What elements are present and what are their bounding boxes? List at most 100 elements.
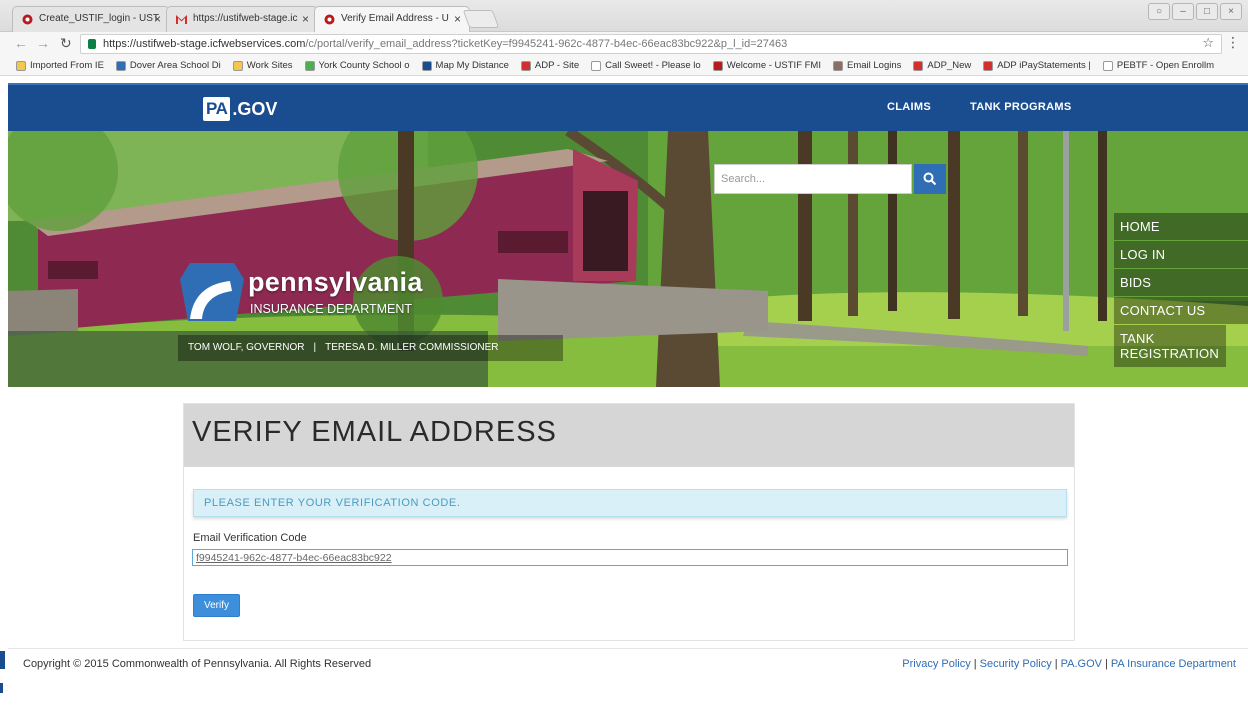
search-icon	[923, 172, 937, 186]
profile-icon[interactable]: ○	[1148, 3, 1170, 20]
bookmark-label: Email Logins	[847, 60, 902, 71]
bookmark-label: ADP - Site	[534, 60, 580, 71]
tab-title: Verify Email Address - U	[341, 13, 449, 24]
verification-code-label: Email Verification Code	[193, 532, 307, 544]
sidenav-home[interactable]: HOME	[1114, 213, 1248, 240]
tab-close-icon[interactable]: ×	[154, 12, 161, 26]
bookmark-label: PEBTF - Open Enrollm	[1116, 60, 1215, 71]
pa-logo-box: PA	[203, 97, 231, 121]
bookmark-favicon-icon	[591, 60, 602, 71]
left-edge-marker	[0, 651, 5, 669]
bookmark-item[interactable]: ADP - Site	[520, 60, 580, 71]
url-input[interactable]: https://ustifweb-stage.icfwebservices.co…	[80, 34, 1222, 54]
bookmark-item[interactable]: Call Sweet! - Please lo	[591, 60, 701, 71]
bookmark-item[interactable]: Welcome - USTIF FMI	[712, 60, 821, 71]
footer-links: Privacy Policy | Security Policy | PA.GOV | PA…	[902, 658, 1236, 670]
bookmark-label: Call Sweet! - Please lo	[605, 60, 701, 71]
gmail-icon	[176, 15, 187, 24]
tab-title: https://ustifweb-stage.ic	[193, 13, 298, 24]
bookmark-favicon-icon	[983, 60, 994, 71]
bookmark-item[interactable]: Imported From IE	[16, 60, 104, 71]
footer-link-security-policy[interactable]: Security Policy	[980, 658, 1052, 670]
verify-button[interactable]: Verify	[193, 594, 240, 617]
footer-link-pa-gov[interactable]: PA.GOV	[1061, 658, 1102, 670]
bookmark-favicon-icon	[232, 60, 243, 71]
bookmark-label: ADP_New	[927, 60, 972, 71]
footer-link-pa-insurance-department[interactable]: PA Insurance Department	[1111, 658, 1236, 670]
nav-tank-programs[interactable]: TANK PROGRAMS	[970, 101, 1071, 113]
browser-tab-verify-email[interactable]: Verify Email Address - U ×	[314, 6, 470, 33]
window-controls: ○ – □ ×	[1148, 3, 1242, 20]
bookmark-item[interactable]: Email Logins	[833, 60, 901, 71]
pa-gov-logo[interactable]: PA .GOV	[203, 97, 277, 121]
search-input[interactable]: Search...	[714, 164, 912, 194]
bookmark-favicon-icon	[913, 60, 924, 71]
maximize-icon[interactable]: □	[1196, 3, 1218, 20]
bookmark-item[interactable]: Dover Area School Di	[115, 60, 221, 71]
bookmarks-bar: Imported From IE Dover Area School Di Work…	[0, 56, 1248, 76]
footer-separator: |	[973, 658, 977, 670]
back-arrow-icon[interactable]: ←	[14, 35, 28, 51]
brand-subtitle: INSURANCE DEPARTMENT	[250, 302, 413, 316]
bookmark-favicon-icon	[1102, 60, 1113, 71]
nav-claims[interactable]: CLAIMS	[887, 101, 931, 113]
menu-kebab-icon[interactable]: ⋮	[1226, 34, 1240, 51]
copyright-text: Copyright © 2015 Commonwealth of Pennsyl…	[23, 658, 372, 670]
bookmark-label: Work Sites	[246, 60, 293, 71]
site-top-bar: PA .GOV CLAIMS TANK PROGRAMS	[8, 83, 1248, 131]
sidenav-tank-registration[interactable]: TANK REGISTRATION	[1114, 325, 1226, 367]
tab-close-icon[interactable]: ×	[454, 12, 461, 26]
officials-line: TOM WOLF, GOVERNOR | TERESA D. MILLER COMM…	[178, 335, 563, 361]
keystone-logo-icon	[180, 263, 244, 321]
search-button[interactable]	[914, 164, 946, 194]
bookmark-item[interactable]: ADP iPayStatements |	[983, 60, 1091, 71]
url-host: https://ustifweb-stage.icfwebservices.co…	[103, 38, 306, 50]
bookmark-favicon-icon	[421, 60, 432, 71]
separator: |	[313, 342, 317, 353]
sidenav-contact-us[interactable]: CONTACT US	[1114, 297, 1248, 324]
browser-tab-gmail[interactable]: https://ustifweb-stage.ic ×	[166, 6, 318, 32]
address-bar-row: ← → ↻ https://ustifweb-stage.icfwebservi…	[0, 32, 1248, 56]
new-tab-button[interactable]	[462, 10, 500, 28]
bookmark-item[interactable]: ADP_New	[913, 60, 971, 71]
minimize-icon[interactable]: –	[1172, 3, 1194, 20]
bookmark-label: Welcome - USTIF FMI	[726, 60, 821, 71]
footer-separator: |	[1104, 658, 1108, 670]
page-footer: Copyright © 2015 Commonwealth of Pennsyl…	[8, 648, 1248, 678]
bookmark-item[interactable]: PEBTF - Open Enrollm	[1102, 60, 1215, 71]
bookmark-item[interactable]: Map My Distance	[421, 60, 509, 71]
bookmark-label: ADP iPayStatements |	[997, 60, 1091, 71]
ustif-favicon-icon	[324, 14, 335, 25]
side-navigation: HOME LOG IN BIDS CONTACT US TANK REGISTR…	[1114, 213, 1248, 368]
browser-tab-create-login[interactable]: Create_USTIF_login - UST ×	[12, 6, 170, 32]
bookmark-item[interactable]: York County School o	[304, 60, 410, 71]
browser-tab-strip: Create_USTIF_login - UST × https://ustif…	[0, 0, 1248, 33]
bookmark-favicon-icon	[115, 60, 126, 71]
brand-name: pennsylvania	[248, 267, 423, 297]
verification-code-input[interactable]	[192, 549, 1068, 566]
bookmark-star-icon[interactable]: ☆	[1202, 35, 1214, 51]
commissioner-name: TERESA D. MILLER COMMISSIONER	[325, 342, 499, 353]
verify-email-card: VERIFY EMAIL ADDRESS PLEASE ENTER YOUR V…	[183, 403, 1075, 641]
lock-icon	[88, 39, 96, 49]
sidenav-log-in[interactable]: LOG IN	[1114, 241, 1248, 268]
close-window-icon[interactable]: ×	[1220, 3, 1242, 20]
bookmark-label: Map My Distance	[435, 60, 509, 71]
info-alert: PLEASE ENTER YOUR VERIFICATION CODE.	[193, 489, 1067, 517]
pa-logo-gov: .GOV	[232, 98, 278, 119]
bookmark-label: Imported From IE	[30, 60, 104, 71]
bookmark-favicon-icon	[304, 60, 315, 71]
url-path: /c/portal/verify_email_address?ticketKey…	[305, 38, 788, 50]
bookmark-item[interactable]: Work Sites	[232, 60, 293, 71]
sidenav-bids[interactable]: BIDS	[1114, 269, 1248, 296]
card-header: VERIFY EMAIL ADDRESS	[184, 404, 1074, 467]
bookmark-favicon-icon	[833, 60, 843, 71]
forward-arrow-icon[interactable]: →	[36, 35, 50, 51]
reload-icon[interactable]: ↻	[60, 35, 72, 52]
footer-link-privacy-policy[interactable]: Privacy Policy	[902, 658, 970, 670]
hero-banner: Search... pennsylvania INSURANCE DEPARTM…	[8, 131, 1248, 387]
bookmark-label: York County School o	[318, 60, 410, 71]
bookmark-favicon-icon	[16, 60, 26, 71]
tab-close-icon[interactable]: ×	[302, 12, 309, 26]
bookmark-favicon-icon	[520, 60, 531, 71]
